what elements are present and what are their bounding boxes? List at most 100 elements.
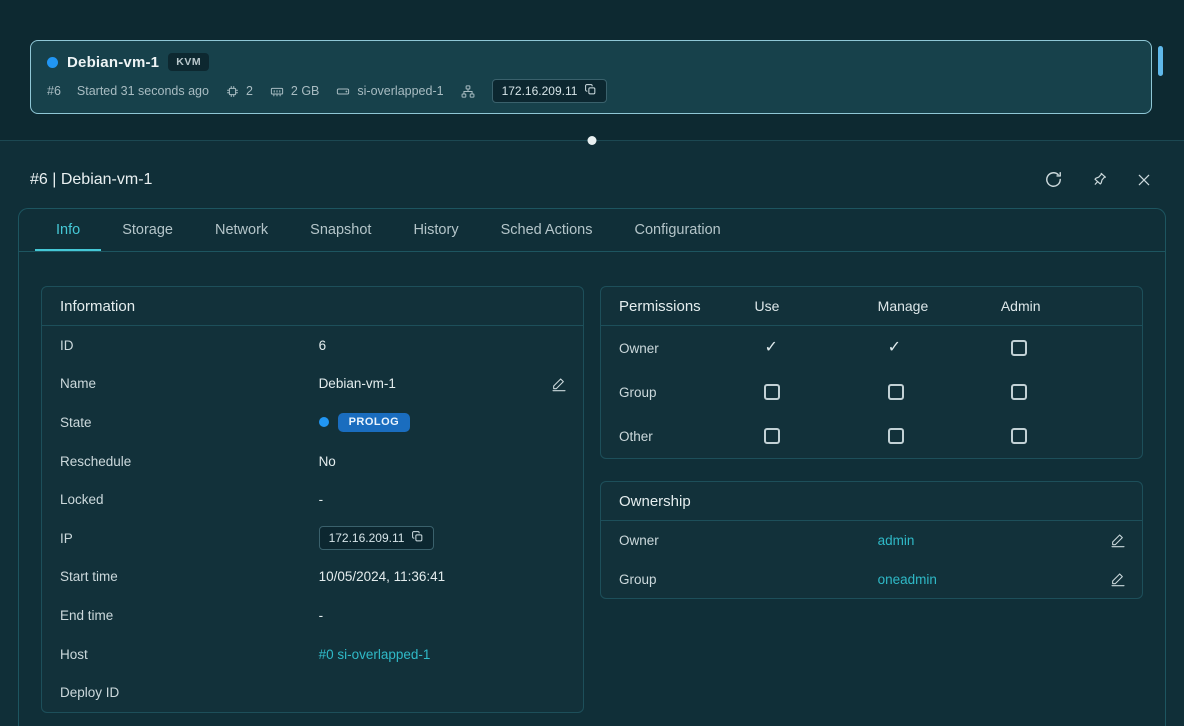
refresh-button[interactable] xyxy=(1044,170,1063,189)
copy-icon[interactable] xyxy=(411,530,424,546)
vm-card-name: Debian-vm-1 xyxy=(67,54,159,71)
vm-card-host: si-overlapped-1 xyxy=(335,84,443,99)
info-row-reschedule: Reschedule No xyxy=(42,442,583,481)
list-scrollbar-thumb[interactable] xyxy=(1158,46,1163,76)
vm-status-dot xyxy=(47,57,58,68)
pin-button[interactable] xyxy=(1091,171,1108,188)
ram-icon xyxy=(269,84,285,99)
vm-card-title-row: Debian-vm-1 KVM xyxy=(47,53,1135,71)
cpu-icon xyxy=(225,84,240,99)
vm-card-memory: 2 GB xyxy=(269,84,320,99)
row-label: Host xyxy=(60,647,319,662)
row-label: State xyxy=(60,415,319,430)
row-value: #0 si-overlapped-1 xyxy=(319,647,567,662)
detail-tabs: Info Storage Network Snapshot History Sc… xyxy=(19,209,1165,252)
permission-checkbox-group-use[interactable] xyxy=(764,384,780,400)
vm-card-ip-chip[interactable]: 172.16.209.11 xyxy=(492,79,608,103)
permission-checkbox-owner-admin[interactable] xyxy=(1011,340,1027,356)
close-button[interactable] xyxy=(1136,172,1152,188)
row-label: Name xyxy=(60,376,319,391)
row-value: oneadmin xyxy=(878,572,1110,587)
row-value: admin xyxy=(878,533,1110,548)
permission-checkbox-group-manage[interactable] xyxy=(888,384,904,400)
edit-group-button[interactable] xyxy=(1110,571,1126,587)
permission-checkbox-group-admin[interactable] xyxy=(1011,384,1027,400)
tab-sched-actions[interactable]: Sched Actions xyxy=(480,209,614,251)
tab-storage[interactable]: Storage xyxy=(101,209,194,251)
permissions-col-admin: Admin xyxy=(1001,298,1124,314)
vm-card[interactable]: Debian-vm-1 KVM #6 Started 31 seconds ag… xyxy=(30,40,1152,114)
permission-checkbox-owner-manage[interactable]: ✓ xyxy=(888,340,901,356)
host-link[interactable]: #0 si-overlapped-1 xyxy=(319,647,431,662)
ownership-panel-title: Ownership xyxy=(601,482,1142,521)
vm-card-host-value: si-overlapped-1 xyxy=(357,84,443,98)
detail-body: Info Storage Network Snapshot History Sc… xyxy=(18,208,1166,726)
permission-checkbox-other-use[interactable] xyxy=(764,428,780,444)
permissions-col-use: Use xyxy=(754,298,877,314)
group-link[interactable]: oneadmin xyxy=(878,572,937,587)
ownership-row-group: Group oneadmin xyxy=(601,560,1142,599)
permissions-row-other: Other xyxy=(601,414,1142,458)
vm-card-uptime: Started 31 seconds ago xyxy=(77,84,209,98)
ip-value: 172.16.209.11 xyxy=(329,531,405,545)
copy-icon[interactable] xyxy=(584,83,597,99)
tab-snapshot[interactable]: Snapshot xyxy=(289,209,392,251)
permissions-panel-header: Permissions Use Manage Admin xyxy=(601,287,1142,326)
vm-detail-pane: #6 | Debian-vm-1 Info Storage Network Sn… xyxy=(0,141,1184,726)
server-icon xyxy=(335,84,351,99)
permission-checkbox-owner-use[interactable]: ✓ xyxy=(764,340,777,356)
state-badge: PROLOG xyxy=(338,413,411,432)
vm-card-id: #6 xyxy=(47,84,61,98)
tab-history[interactable]: History xyxy=(392,209,479,251)
hypervisor-badge: KVM xyxy=(168,53,209,71)
permission-checkbox-other-admin[interactable] xyxy=(1011,428,1027,444)
row-label: Owner xyxy=(619,341,754,356)
ip-chip[interactable]: 172.16.209.11 xyxy=(319,526,435,550)
permissions-row-group: Group xyxy=(601,370,1142,414)
permissions-col-manage: Manage xyxy=(878,298,1001,314)
row-value: No xyxy=(319,454,567,469)
edit-name-button[interactable] xyxy=(551,376,567,392)
row-value: 172.16.209.11 xyxy=(319,526,567,550)
row-label: ID xyxy=(60,338,319,353)
edit-owner-button[interactable] xyxy=(1110,532,1126,548)
row-value: 6 xyxy=(319,338,567,353)
info-row-host: Host #0 si-overlapped-1 xyxy=(42,635,583,674)
info-row-deploy-id: Deploy ID xyxy=(42,673,583,712)
detail-title: #6 | Debian-vm-1 xyxy=(30,171,152,189)
info-row-name: Name Debian-vm-1 xyxy=(42,365,583,404)
splitter-handle[interactable] xyxy=(588,136,597,145)
permissions-panel: Permissions Use Manage Admin Owner ✓ ✓ G… xyxy=(600,286,1143,459)
row-label: Group xyxy=(619,385,754,400)
permission-checkbox-other-manage[interactable] xyxy=(888,428,904,444)
row-value: 10/05/2024, 11:36:41 xyxy=(319,569,567,584)
info-tab-content: Information ID 6 Name Debian-vm-1 State xyxy=(19,252,1165,713)
information-panel-title: Information xyxy=(42,287,583,326)
vm-card-cpu: 2 xyxy=(225,84,253,99)
tab-network[interactable]: Network xyxy=(194,209,289,251)
info-row-id: ID 6 xyxy=(42,326,583,365)
vm-card-network xyxy=(460,84,476,99)
row-label: IP xyxy=(60,531,319,546)
row-label: Group xyxy=(619,572,878,587)
info-row-state: State PROLOG xyxy=(42,403,583,442)
vm-card-memory-value: 2 GB xyxy=(291,84,320,98)
tab-configuration[interactable]: Configuration xyxy=(613,209,741,251)
row-value: PROLOG xyxy=(319,413,567,432)
row-value: - xyxy=(319,492,567,507)
ownership-panel: Ownership Owner admin Group oneadmin xyxy=(600,481,1143,599)
tab-info[interactable]: Info xyxy=(35,209,101,251)
permissions-panel-title: Permissions xyxy=(619,298,754,315)
state-status-dot xyxy=(319,417,329,427)
info-row-start-time: Start time 10/05/2024, 11:36:41 xyxy=(42,558,583,597)
info-row-end-time: End time - xyxy=(42,596,583,635)
information-panel: Information ID 6 Name Debian-vm-1 State xyxy=(41,286,584,713)
row-value: Debian-vm-1 xyxy=(319,376,551,391)
row-label: Deploy ID xyxy=(60,685,319,700)
vm-card-ip-value: 172.16.209.11 xyxy=(502,84,578,98)
owner-link[interactable]: admin xyxy=(878,533,915,548)
network-icon xyxy=(460,84,476,99)
row-label: Other xyxy=(619,429,754,444)
row-label: Start time xyxy=(60,569,319,584)
row-label: Locked xyxy=(60,492,319,507)
